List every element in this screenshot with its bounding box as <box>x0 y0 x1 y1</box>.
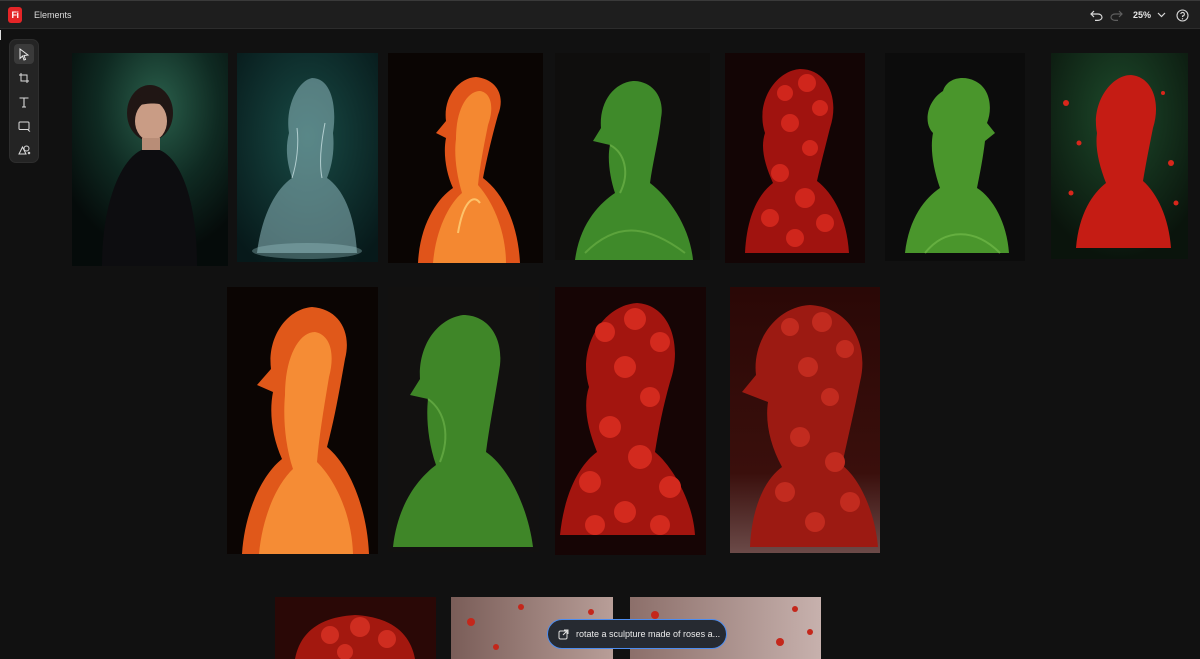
help-button[interactable] <box>1172 6 1192 24</box>
canvas-image-roses-sculpture-large[interactable] <box>555 287 706 555</box>
tool-palette <box>10 40 38 162</box>
arrow-select-icon <box>19 47 30 61</box>
canvas-image-roses-sculpture[interactable] <box>725 53 865 263</box>
redo-button[interactable] <box>1107 6 1127 24</box>
undo-icon <box>1090 10 1104 21</box>
chevron-down-icon <box>1157 12 1166 18</box>
top-bar-controls: 25% <box>1087 6 1192 24</box>
app-logo-text: Fi <box>11 10 20 20</box>
zoom-dropdown[interactable]: 25% <box>1133 10 1166 20</box>
canvas-image-grass-sculpture-large[interactable] <box>388 287 539 552</box>
select-tool[interactable] <box>14 44 34 64</box>
generation-prompt-pill[interactable]: rotate a sculpture made of roses a... <box>547 619 727 649</box>
frame-icon <box>19 73 29 83</box>
canvas-image-green-sculpture[interactable] <box>885 53 1025 261</box>
canvas-image-water-sculpture[interactable] <box>237 53 378 262</box>
text-icon <box>19 97 29 108</box>
generate-variation-icon <box>558 629 569 639</box>
zoom-level: 25% <box>1132 10 1151 20</box>
shape-tool[interactable] <box>14 116 34 136</box>
undo-button[interactable] <box>1087 6 1107 24</box>
canvas-image-roses-crop-1[interactable] <box>275 597 436 659</box>
redo-icon <box>1110 10 1124 21</box>
canvas-image-portrait[interactable] <box>72 53 228 266</box>
rectangle-icon <box>18 121 30 132</box>
top-bar: Fi Elements 25% <box>0 0 1200 29</box>
help-icon <box>1175 8 1189 22</box>
generate-tool[interactable] <box>14 140 34 160</box>
canvas-image-fire-sculpture-large[interactable] <box>227 287 378 554</box>
text-cursor <box>0 30 1 40</box>
text-tool[interactable] <box>14 92 34 112</box>
prompt-text: rotate a sculpture made of roses a... <box>576 629 721 639</box>
canvas-image-petals-sculpture[interactable] <box>1051 53 1188 259</box>
canvas-image-roses-profile[interactable] <box>730 287 880 553</box>
document-title[interactable]: Elements <box>34 10 72 20</box>
canvas-image-grass-sculpture[interactable] <box>555 53 710 260</box>
frame-tool[interactable] <box>14 68 34 88</box>
app-logo[interactable]: Fi <box>8 7 22 23</box>
canvas-image-fire-sculpture[interactable] <box>388 53 543 263</box>
shapes-generate-icon <box>17 145 30 155</box>
